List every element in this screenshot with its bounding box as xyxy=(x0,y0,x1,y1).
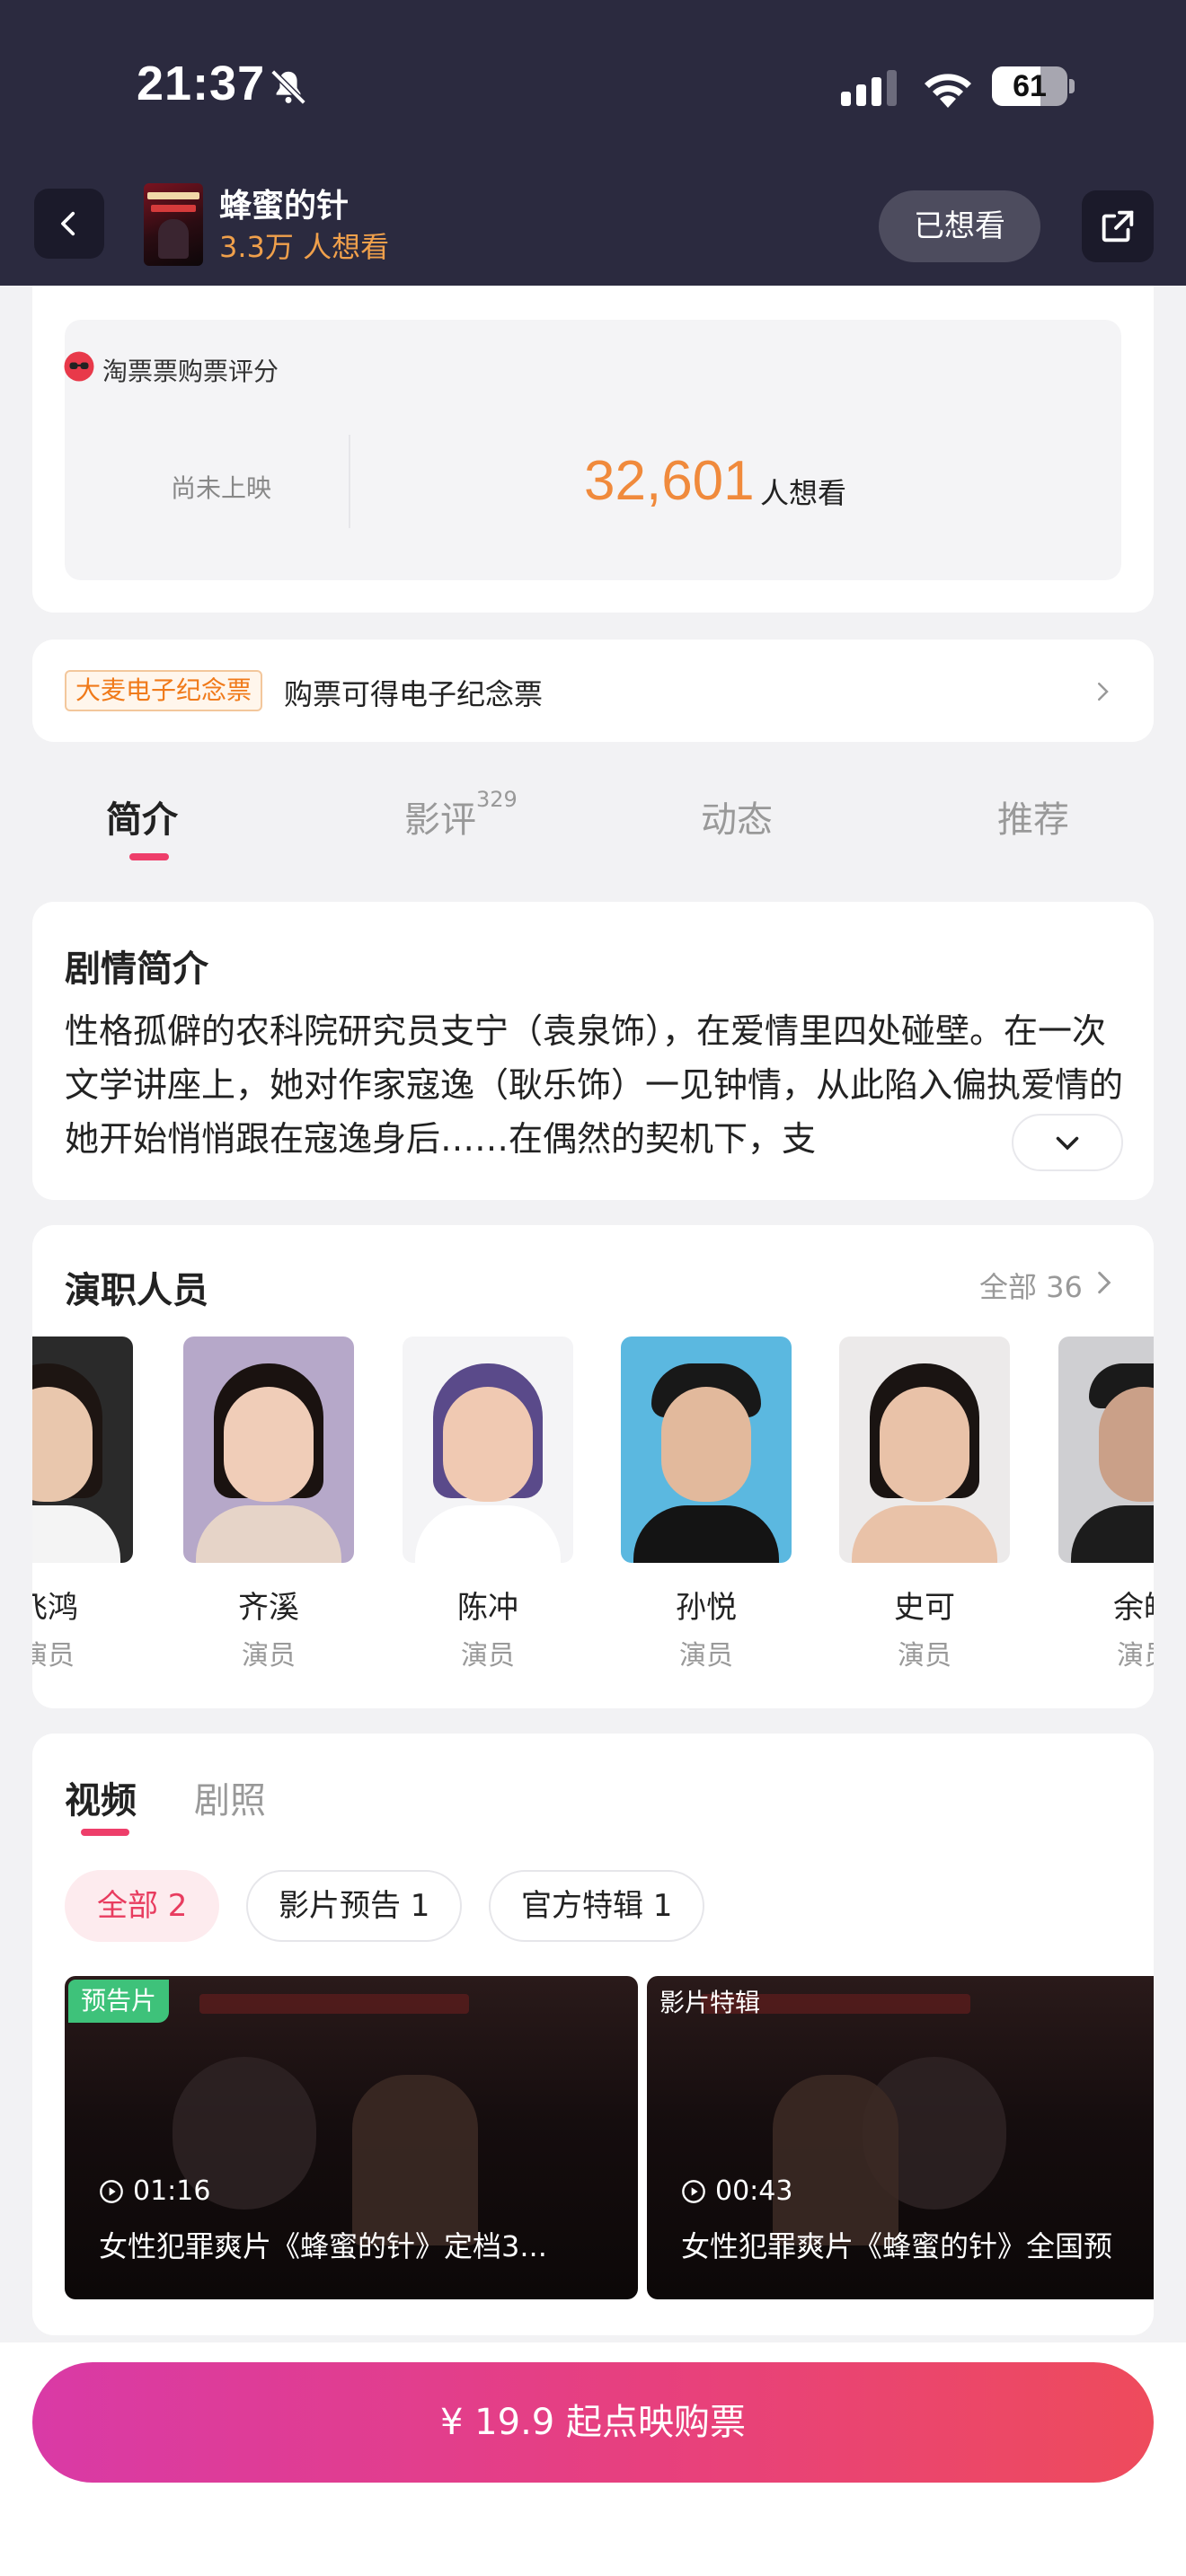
chevron-down-icon xyxy=(1056,1136,1079,1151)
cast-member[interactable]: 史可 演员 xyxy=(839,1329,1010,1689)
synopsis-text: 性格孤僻的农科院研究员支宁（袁泉饰），在爱情里四处碰壁。在一次文学讲座上，她对作… xyxy=(65,1011,1124,1159)
cast-carousel[interactable]: 飞鸿 演员 齐溪 演员 陈冲 演员 孙悦 演员 xyxy=(32,1329,1154,1689)
taopiaopiao-logo-icon xyxy=(64,351,94,382)
want-count-unit: 人想看 xyxy=(760,476,847,510)
cast-photo xyxy=(183,1337,354,1563)
cast-title: 演职人员 xyxy=(65,1270,208,1311)
cast-name: 史可 xyxy=(894,1590,955,1626)
chevron-right-icon xyxy=(1098,683,1109,701)
battery-icon: 61 xyxy=(992,66,1075,106)
buy-ticket-button[interactable]: ¥ 19.9 起点映购票 xyxy=(32,2362,1154,2483)
play-icon xyxy=(100,2179,123,2203)
expand-synopsis-button[interactable] xyxy=(1012,1114,1123,1171)
share-button[interactable] xyxy=(1082,190,1154,262)
want-count-number: 32,601 xyxy=(584,450,755,512)
souvenir-text: 购票可得电子纪念票 xyxy=(284,677,544,711)
cast-member[interactable]: 孙悦 演员 xyxy=(621,1329,792,1689)
cast-member[interactable]: 齐溪 演员 xyxy=(183,1329,354,1689)
cast-member[interactable]: 陈冲 演员 xyxy=(403,1329,573,1689)
bell-off-icon xyxy=(270,69,306,105)
cast-photo xyxy=(839,1337,1010,1563)
video-caption: 女性犯罪爽片《蜂蜜的针》定档3... xyxy=(99,2229,547,2263)
cast-photo xyxy=(32,1337,133,1563)
filter-trailer[interactable]: 影片预告 1 xyxy=(246,1870,463,1942)
tab-label: 动态 xyxy=(701,799,773,841)
cast-role: 演员 xyxy=(32,1640,75,1672)
video-duration: 00:43 xyxy=(681,2175,792,2207)
tab-label: 简介 xyxy=(106,799,178,841)
share-icon xyxy=(1102,210,1134,243)
video-carousel[interactable]: 预告片 01:16 女性犯罪爽片《蜂蜜的针》定档3... 影片特辑 00:43 … xyxy=(65,1976,1154,2299)
cast-role: 演员 xyxy=(242,1640,296,1672)
duration-text: 00:43 xyxy=(715,2175,793,2207)
cast-role: 演员 xyxy=(461,1640,515,1672)
divider xyxy=(349,435,350,528)
tab-intro[interactable]: 简介 xyxy=(106,790,178,842)
cast-name: 齐溪 xyxy=(238,1590,299,1626)
duration-text: 01:16 xyxy=(133,2175,211,2207)
wanted-button[interactable]: 已想看 xyxy=(879,190,1040,262)
video-item[interactable]: 预告片 01:16 女性犯罪爽片《蜂蜜的针》定档3... xyxy=(65,1976,638,2299)
play-icon xyxy=(682,2179,705,2203)
cast-name: 孙悦 xyxy=(676,1590,737,1626)
cast-name: 飞鸿 xyxy=(32,1590,78,1626)
cast-member[interactable]: 余皑 演员 xyxy=(1058,1329,1154,1689)
chevron-left-icon xyxy=(61,211,75,236)
cast-photo xyxy=(621,1337,792,1563)
back-button[interactable] xyxy=(34,189,104,259)
cast-role: 演员 xyxy=(1117,1640,1154,1672)
tab-label: 影评 xyxy=(404,799,476,841)
video-badge: 预告片 xyxy=(68,1980,170,2023)
cast-photo xyxy=(403,1337,573,1563)
video-caption: 女性犯罪爽片《蜂蜜的针》全国预 xyxy=(681,2229,1113,2263)
filter-all[interactable]: 全部 2 xyxy=(65,1870,220,1942)
video-duration: 01:16 xyxy=(99,2175,210,2207)
wifi-icon xyxy=(925,74,971,108)
active-tab-indicator xyxy=(129,853,169,860)
tab-stills[interactable]: 剧照 xyxy=(194,1771,266,1823)
cast-photo xyxy=(1058,1337,1154,1563)
cast-name: 余皑 xyxy=(1113,1590,1154,1626)
cast-role: 演员 xyxy=(679,1640,733,1672)
signal-icon xyxy=(841,70,897,106)
all-cast-link[interactable]: 全部 36 xyxy=(979,1265,1083,1306)
cast-name: 陈冲 xyxy=(457,1590,518,1626)
chevron-right-icon xyxy=(1098,1271,1111,1294)
tab-updates[interactable]: 动态 xyxy=(701,790,773,842)
want-count: 3.3万 人想看 xyxy=(219,230,390,264)
top-header: 21:37 61 蜂蜜的针 3.3万 人想看 已想看 xyxy=(0,0,1186,286)
tab-reviews[interactable]: 影评329 xyxy=(404,787,518,842)
video-item[interactable]: 影片特辑 00:43 女性犯罪爽片《蜂蜜的针》全国预 xyxy=(647,1976,1154,2299)
tab-count: 329 xyxy=(476,787,518,812)
souvenir-tag: 大麦电子纪念票 xyxy=(65,670,263,711)
cast-role: 演员 xyxy=(898,1640,951,1672)
movie-poster-thumbnail[interactable] xyxy=(144,183,203,266)
movie-title: 蜂蜜的针 xyxy=(219,188,350,225)
battery-level: 61 xyxy=(1013,69,1047,103)
video-badge: 影片特辑 xyxy=(659,1988,761,2017)
rating-brand: 淘票票购票评分 xyxy=(102,357,279,386)
synopsis-title: 剧情简介 xyxy=(65,948,208,990)
tab-label: 推荐 xyxy=(997,799,1069,841)
status-time: 21:37 xyxy=(137,57,266,110)
cast-member[interactable]: 飞鸿 演员 xyxy=(32,1329,133,1689)
tab-recommend[interactable]: 推荐 xyxy=(997,790,1069,842)
tab-videos[interactable]: 视频 xyxy=(65,1771,137,1823)
active-tab-indicator xyxy=(81,1829,129,1836)
release-status: 尚未上映 xyxy=(171,473,272,503)
filter-featurette[interactable]: 官方特辑 1 xyxy=(489,1870,705,1942)
